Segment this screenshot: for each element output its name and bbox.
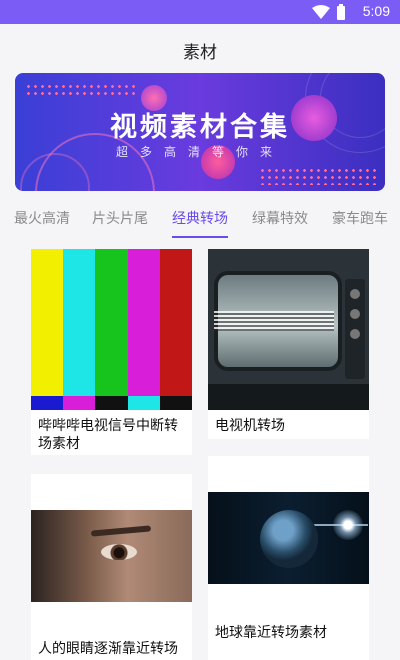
tv-base bbox=[208, 384, 369, 410]
video-thumbnail bbox=[31, 249, 192, 410]
promo-banner[interactable]: 视频素材合集 超多高清等你来 bbox=[15, 73, 385, 191]
tab-intro-outro[interactable]: 片头片尾 bbox=[92, 208, 148, 228]
battery-icon bbox=[337, 4, 345, 20]
video-thumbnail bbox=[31, 474, 192, 602]
tab-green-screen[interactable]: 绿幕特效 bbox=[252, 208, 308, 228]
banner-headline: 视频素材合集 bbox=[110, 112, 290, 143]
status-time: 5:09 bbox=[362, 3, 390, 19]
status-bar: 5:09 bbox=[0, 0, 400, 24]
tv-static bbox=[214, 311, 334, 331]
tab-classic-transition[interactable]: 经典转场 bbox=[172, 208, 228, 228]
earth-planet bbox=[260, 510, 318, 568]
video-caption: 地球靠近转场素材 bbox=[215, 625, 327, 641]
page-title: 素材 bbox=[183, 43, 217, 63]
category-tabs: 最火高清 片头片尾 经典转场 绿幕特效 豪车跑车 bbox=[0, 208, 400, 242]
banner-dots-decoration bbox=[259, 167, 379, 185]
video-card[interactable]: 电视机转场 bbox=[208, 249, 369, 439]
sun-flare bbox=[333, 510, 363, 540]
video-caption: 人的眼睛逐渐靠近转场 bbox=[38, 641, 178, 657]
banner-subtitle: 超多高清等你来 bbox=[115, 145, 284, 159]
video-caption: 电视机转场 bbox=[215, 418, 285, 434]
video-card[interactable]: 地球靠近转场素材 bbox=[208, 456, 369, 660]
video-thumbnail bbox=[208, 456, 369, 584]
banner-dots-decoration bbox=[25, 83, 135, 97]
eye bbox=[101, 544, 137, 560]
video-card[interactable]: 哔哔哔电视信号中断转场素材 bbox=[31, 249, 192, 455]
video-thumbnail bbox=[208, 249, 369, 410]
eyebrow bbox=[90, 525, 152, 537]
video-caption: 哔哔哔电视信号中断转场素材 bbox=[38, 418, 178, 452]
status-icons bbox=[312, 4, 346, 20]
tab-hot-hd[interactable]: 最火高清 bbox=[14, 208, 70, 228]
tv-control-panel bbox=[345, 279, 365, 379]
video-card[interactable]: 人的眼睛逐渐靠近转场 bbox=[31, 474, 192, 660]
active-tab-indicator bbox=[172, 236, 228, 238]
wifi-icon bbox=[312, 5, 330, 19]
tab-luxury-cars[interactable]: 豪车跑车 bbox=[332, 208, 388, 228]
